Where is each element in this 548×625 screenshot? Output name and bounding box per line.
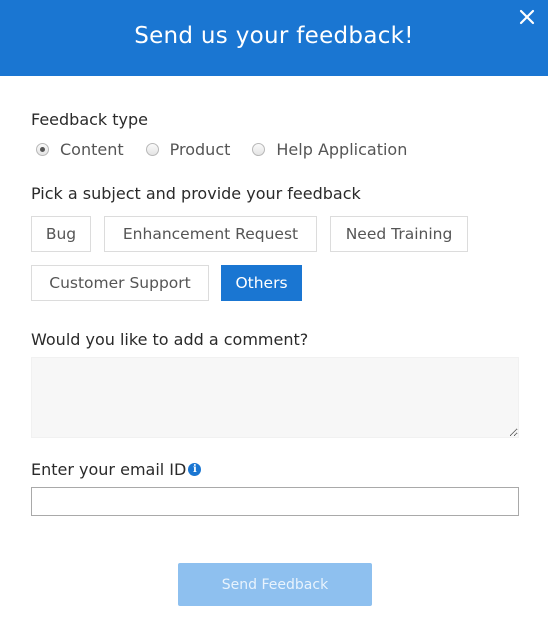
radio-label-content: Content: [60, 139, 124, 159]
feedback-modal: Send us your feedback! Feedback type Con…: [0, 0, 548, 625]
radio-product[interactable]: Product: [145, 139, 231, 159]
modal-header: Send us your feedback!: [0, 0, 548, 76]
radio-help-application[interactable]: Help Application: [252, 140, 407, 159]
chip-customer-support[interactable]: Customer Support: [31, 265, 209, 301]
feedback-type-radio-group: Content Product Help Application: [36, 139, 429, 159]
feedback-type-label: Feedback type: [31, 110, 149, 129]
close-icon[interactable]: [516, 6, 538, 28]
email-input[interactable]: [31, 487, 519, 516]
radio-label-help-application: Help Application: [276, 139, 408, 159]
radio-content[interactable]: Content: [36, 140, 124, 159]
chip-bug[interactable]: Bug: [31, 216, 91, 252]
subject-label: Pick a subject and provide your feedback: [31, 184, 361, 203]
send-feedback-button[interactable]: Send Feedback: [178, 563, 372, 606]
radio-button-checked[interactable]: [36, 142, 49, 156]
modal-title: Send us your feedback!: [134, 23, 414, 49]
radio-button[interactable]: [252, 142, 266, 156]
chip-need-training[interactable]: Need Training: [330, 216, 468, 252]
radio-label-product: Product: [169, 139, 231, 159]
email-label: Enter your email ID: [31, 460, 187, 479]
radio-button[interactable]: [145, 142, 159, 156]
comment-textarea[interactable]: [31, 357, 519, 438]
chip-enhancement-request[interactable]: Enhancement Request: [104, 216, 317, 252]
chip-others[interactable]: Others: [221, 265, 302, 301]
info-icon[interactable]: i: [188, 463, 202, 476]
comment-label: Would you like to add a comment?: [31, 330, 309, 349]
email-label-row: Enter your email ID i: [31, 460, 202, 479]
